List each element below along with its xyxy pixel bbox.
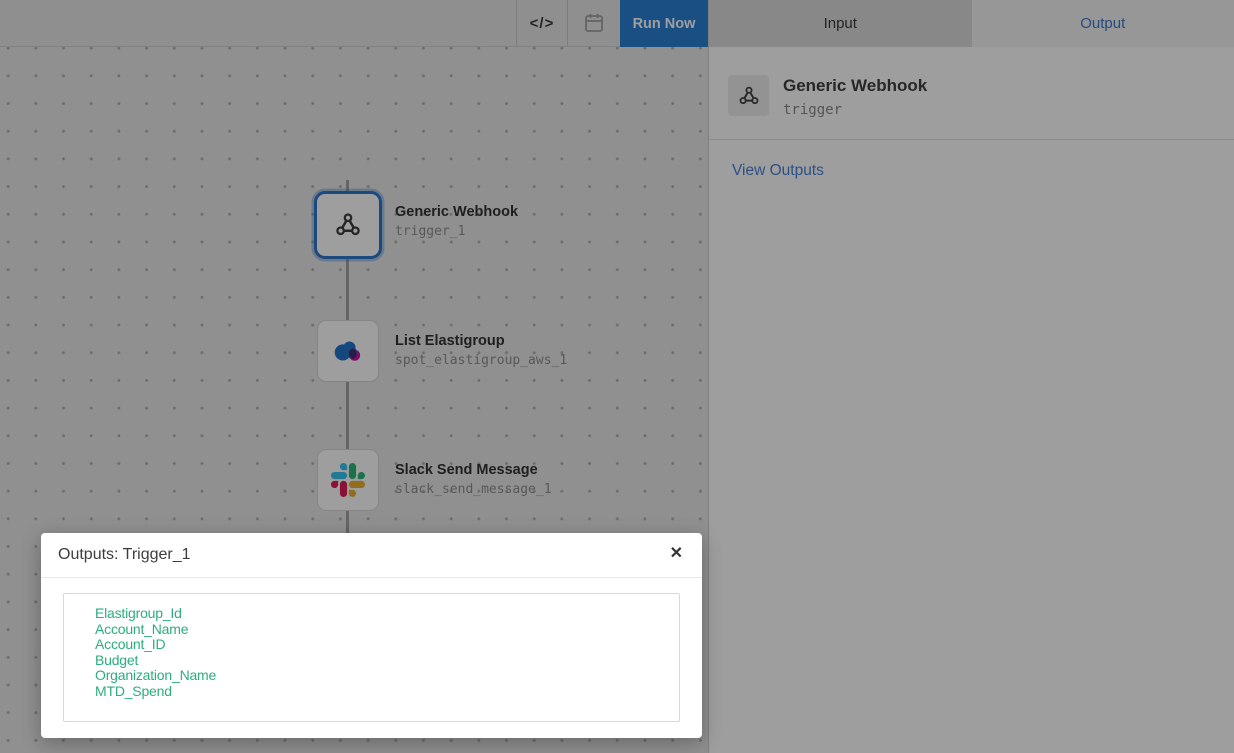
output-link-account-id[interactable]: Account_ID bbox=[95, 637, 165, 653]
output-link-account-name[interactable]: Account_Name bbox=[95, 622, 188, 638]
close-icon[interactable]: ✕ bbox=[670, 544, 683, 564]
modal-title: Outputs: Trigger_1 bbox=[58, 546, 191, 564]
output-link-organization-name[interactable]: Organization_Name bbox=[95, 668, 216, 684]
outputs-list-box: Elastigroup_Id Account_Name Account_ID B… bbox=[63, 593, 680, 722]
outputs-modal: Outputs: Trigger_1 ✕ Elastigroup_Id Acco… bbox=[41, 533, 702, 738]
output-link-elastigroup-id[interactable]: Elastigroup_Id bbox=[95, 606, 182, 622]
output-link-budget[interactable]: Budget bbox=[95, 653, 138, 669]
workflow-editor: Generic Webhook trigger_1 List Elastigro… bbox=[0, 0, 1234, 753]
output-link-mtd-spend[interactable]: MTD_Spend bbox=[95, 684, 172, 700]
modal-header: Outputs: Trigger_1 ✕ bbox=[41, 533, 702, 578]
